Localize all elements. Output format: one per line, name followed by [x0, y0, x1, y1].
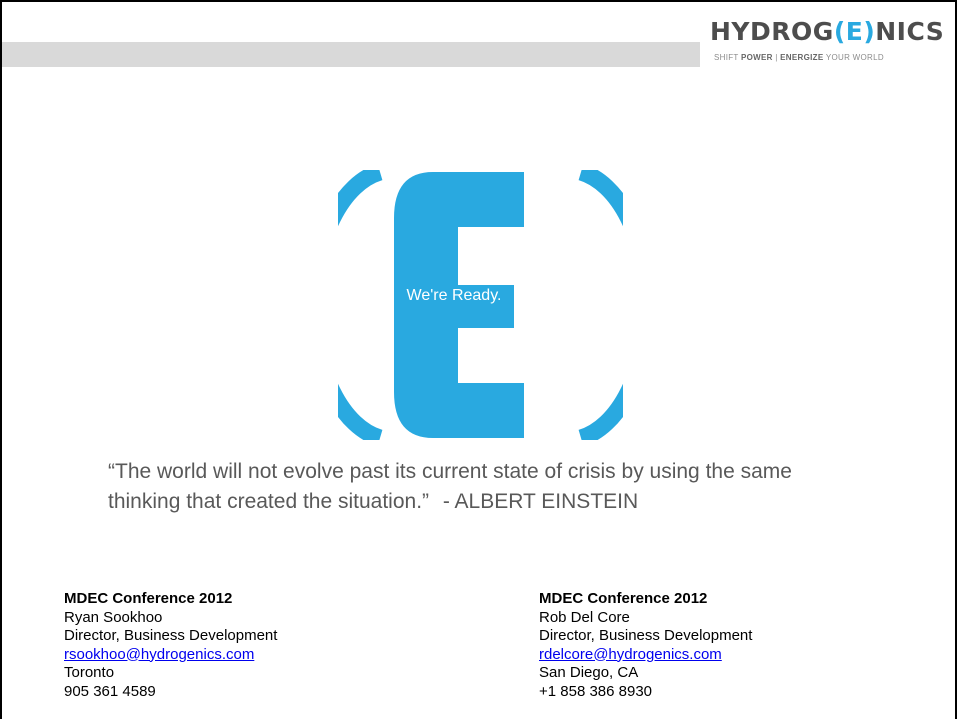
logo-tagline: We're Ready. — [406, 287, 502, 304]
contact-phone: 905 361 4589 — [64, 682, 156, 700]
tagline-part: ENERGIZE — [780, 53, 824, 62]
contact-card-ryan: MDEC Conference 2012 Ryan Sookhoo Direct… — [64, 590, 277, 701]
tagline-part: SHIFT — [714, 53, 741, 62]
e-logo-graphic: We're Ready. — [305, 163, 656, 447]
contact-email-link[interactable]: rdelcore@hydrogenics.com — [539, 646, 722, 663]
contact-name: Rob Del Core — [539, 608, 630, 626]
brand-e-mark: (E) — [833, 17, 876, 46]
brand-tagline: SHIFT POWER | ENERGIZE YOUR WORLD — [714, 53, 884, 62]
contact-city: San Diego, CA — [539, 664, 639, 681]
einstein-quote: “The world will not evolve past its curr… — [108, 457, 828, 517]
contact-name: Ryan Sookhoo — [64, 608, 163, 626]
brand-name-part: HYDROG — [710, 17, 834, 46]
contact-card-rob: MDEC Conference 2012 Rob Del Core Direct… — [539, 590, 752, 701]
brand-name-part: NICS — [875, 17, 945, 46]
conference-name: MDEC Conference 2012 — [64, 590, 233, 607]
conference-name: MDEC Conference 2012 — [539, 590, 708, 607]
contact-title: Director, Business Development — [64, 627, 278, 644]
left-paren-shape — [305, 163, 383, 447]
contact-phone: +1 858 386 8930 — [539, 682, 653, 700]
slide: HYDROG(E)NICS SHIFT POWER | ENERGIZE YOU… — [0, 0, 957, 719]
tagline-part: YOUR WORLD — [823, 53, 884, 62]
contact-city: Toronto — [64, 664, 115, 681]
brand-name: HYDROG(E)NICS — [710, 17, 944, 46]
right-paren-shape — [578, 163, 656, 447]
e-logo-icon — [305, 163, 656, 447]
contact-email-link[interactable]: rsookhoo@hydrogenics.com — [64, 646, 254, 663]
header-bar — [2, 42, 700, 67]
tagline-part: POWER — [741, 53, 773, 62]
contact-title: Director, Business Development — [539, 627, 753, 644]
quote-author: - ALBERT EINSTEIN — [437, 490, 639, 513]
hydrogenics-logo: HYDROG(E)NICS SHIFT POWER | ENERGIZE YOU… — [704, 17, 944, 77]
